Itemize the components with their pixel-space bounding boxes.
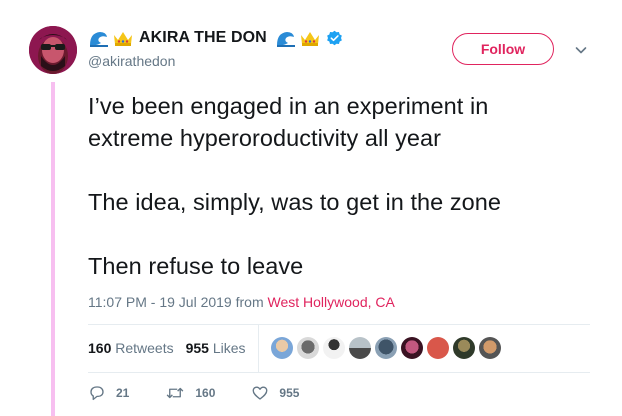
retweets-label: Retweets <box>115 340 174 356</box>
handle[interactable]: @akirathedon <box>88 53 175 69</box>
like-count: 955 <box>279 386 300 400</box>
reply-button[interactable]: 21 <box>88 384 129 402</box>
likes-stat[interactable]: 955 Likes <box>186 340 246 356</box>
retweets-count: 160 <box>88 340 112 356</box>
liker-avatar[interactable] <box>426 337 449 359</box>
liker-avatar[interactable] <box>270 337 293 359</box>
tweet-line: The idea, simply, was to get in the zone <box>88 189 502 215</box>
liker-avatar[interactable] <box>296 337 319 359</box>
likes-count: 955 <box>185 340 209 356</box>
retweet-count: 160 <box>195 386 216 400</box>
chevron-down-icon[interactable] <box>574 43 588 57</box>
likes-label: Likes <box>212 340 246 356</box>
avatar[interactable] <box>29 26 77 74</box>
action-bar: 21 160 955 <box>88 384 335 402</box>
follow-button[interactable]: Follow <box>452 33 554 65</box>
tweet-text: I’ve been engaged in an experiment in ex… <box>88 90 598 282</box>
location-link[interactable]: West Hollywood, CA <box>268 294 395 310</box>
thread-line <box>51 82 55 416</box>
from-label: from <box>235 294 264 310</box>
reply-count: 21 <box>116 386 130 400</box>
crown-emoji <box>112 29 134 47</box>
like-button[interactable]: 955 <box>251 384 299 402</box>
liker-avatar[interactable] <box>348 337 371 359</box>
engagement-stats: 160 Retweets 955 Likes <box>88 324 590 372</box>
tweet-meta: 11:07 PM - 19 Jul 2019 from West Hollywo… <box>88 294 395 310</box>
tweet-line: extreme hyperoroductivity all year <box>88 125 442 151</box>
retweet-button[interactable]: 160 <box>165 384 215 402</box>
heart-icon <box>252 386 268 400</box>
verified-badge-icon <box>326 30 343 47</box>
wave-emoji <box>275 29 297 47</box>
tweet-line: Then refuse to leave <box>88 253 304 279</box>
liker-avatars <box>270 337 505 359</box>
reply-icon <box>90 386 104 401</box>
display-name: AKIRA THE DON <box>139 29 267 46</box>
liker-avatar[interactable] <box>322 337 345 359</box>
display-name-row[interactable]: AKIRA THE DON <box>88 26 343 50</box>
tweet-line: I’ve been engaged in an experiment in <box>88 93 489 119</box>
retweet-icon <box>167 387 184 399</box>
retweets-stat[interactable]: 160 Retweets <box>88 340 174 356</box>
divider <box>88 372 590 373</box>
wave-emoji <box>88 29 110 47</box>
liker-avatar[interactable] <box>400 337 423 359</box>
liker-avatar[interactable] <box>478 337 501 359</box>
liker-avatar[interactable] <box>452 337 475 359</box>
stats-separator <box>257 324 259 372</box>
liker-avatar[interactable] <box>374 337 397 359</box>
crown-emoji <box>299 29 321 47</box>
tweet-timestamp[interactable]: 11:07 PM - 19 Jul 2019 <box>88 294 232 310</box>
